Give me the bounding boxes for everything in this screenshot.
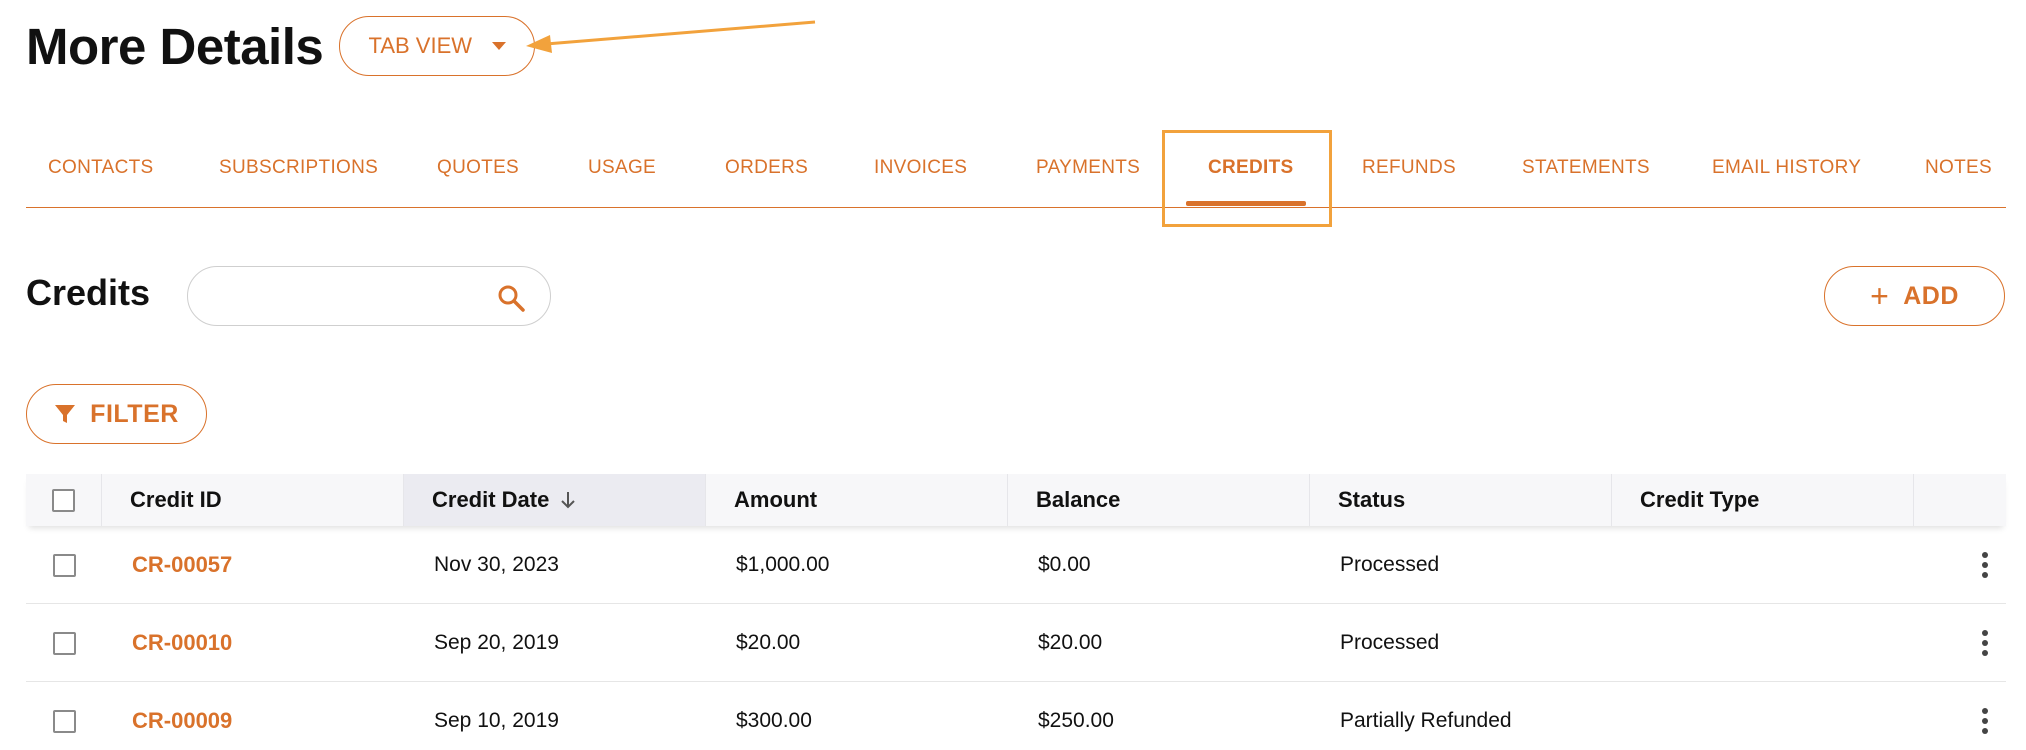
credit-balance: $20.00 (1038, 631, 1103, 654)
credit-status: Partially Refunded (1340, 709, 1512, 732)
column-header-credit-id[interactable]: Credit ID (102, 474, 404, 526)
search-input[interactable] (212, 281, 472, 311)
view-mode-label: TAB VIEW (368, 33, 473, 58)
more-vertical-icon[interactable] (1978, 628, 1992, 658)
table-header: Credit ID Credit Date Amount Balance Sta… (26, 474, 2006, 526)
tab-credits[interactable]: CREDITS (1208, 128, 1294, 208)
credit-amount: $20.00 (736, 631, 801, 654)
row-checkbox[interactable] (52, 631, 76, 655)
search-field[interactable] (187, 266, 551, 326)
credit-balance: $250.00 (1038, 709, 1114, 732)
row-checkbox[interactable] (52, 553, 76, 577)
tab-email-history[interactable]: EMAIL HISTORY (1712, 128, 1861, 208)
credit-type (1612, 604, 1642, 682)
add-button-label: ADD (1903, 281, 1959, 310)
credits-table: Credit ID Credit Date Amount Balance Sta… (26, 474, 2006, 750)
credit-id-link[interactable]: CR-00009 (102, 682, 232, 750)
tab-contacts[interactable]: CONTACTS (48, 128, 154, 208)
arrow-down-icon (561, 492, 576, 509)
column-header-amount[interactable]: Amount (706, 474, 1008, 526)
credit-balance: $0.00 (1038, 553, 1091, 576)
plus-icon: + (1870, 278, 1890, 314)
credit-id-link[interactable]: CR-00010 (102, 604, 232, 682)
credit-amount: $1,000.00 (736, 553, 830, 576)
filter-button[interactable]: FILTER (26, 384, 207, 444)
table-row: CR-00057 Nov 30, 2023 $1,000.00 $0.00 Pr… (26, 526, 2006, 604)
row-checkbox[interactable] (52, 709, 76, 733)
credit-status: Processed (1340, 553, 1440, 576)
tab-usage[interactable]: USAGE (588, 128, 656, 208)
credit-date: Sep 10, 2019 (434, 709, 559, 732)
tab-refunds[interactable]: REFUNDS (1362, 128, 1456, 208)
column-header-balance[interactable]: Balance (1008, 474, 1310, 526)
search-icon[interactable] (496, 283, 526, 313)
active-tab-indicator (1186, 201, 1306, 206)
page-title: More Details (26, 17, 324, 75)
tab-orders[interactable]: ORDERS (725, 128, 808, 208)
credit-status: Processed (1340, 631, 1440, 654)
page-header: More Details TAB VIEW (26, 14, 536, 78)
column-header-credit-date[interactable]: Credit Date (404, 474, 706, 526)
annotation-arrow-icon (526, 20, 816, 53)
credit-type (1612, 682, 1642, 750)
add-button[interactable]: + ADD (1824, 266, 2005, 326)
credit-date: Nov 30, 2023 (434, 553, 559, 576)
credit-amount: $300.00 (736, 709, 812, 732)
column-header-status[interactable]: Status (1310, 474, 1612, 526)
tab-quotes[interactable]: QUOTES (437, 128, 519, 208)
more-vertical-icon[interactable] (1978, 706, 1992, 736)
table-row: CR-00010 Sep 20, 2019 $20.00 $20.00 Proc… (26, 604, 2006, 682)
credit-id-link[interactable]: CR-00057 (102, 526, 232, 604)
more-vertical-icon[interactable] (1978, 550, 1992, 580)
tab-invoices[interactable]: INVOICES (874, 128, 967, 208)
tab-statements[interactable]: STATEMENTS (1522, 128, 1650, 208)
filter-funnel-icon (55, 405, 76, 423)
tab-payments[interactable]: PAYMENTS (1036, 128, 1140, 208)
credit-type (1612, 526, 1642, 604)
section-title: Credits (26, 272, 151, 313)
select-all-checkbox[interactable] (52, 488, 75, 512)
filter-button-label: FILTER (90, 399, 179, 428)
select-all-cell (26, 474, 102, 526)
tab-subscriptions[interactable]: SUBSCRIPTIONS (219, 128, 378, 208)
caret-down-icon (492, 42, 507, 50)
tab-bar: CONTACTS SUBSCRIPTIONS QUOTES USAGE ORDE… (26, 128, 2006, 227)
tab-notes[interactable]: NOTES (1925, 128, 1992, 208)
credit-date: Sep 20, 2019 (434, 631, 559, 654)
column-header-credit-type[interactable]: Credit Type (1612, 474, 1914, 526)
view-mode-select[interactable]: TAB VIEW (339, 16, 536, 76)
table-row: CR-00009 Sep 10, 2019 $300.00 $250.00 Pa… (26, 682, 2006, 750)
